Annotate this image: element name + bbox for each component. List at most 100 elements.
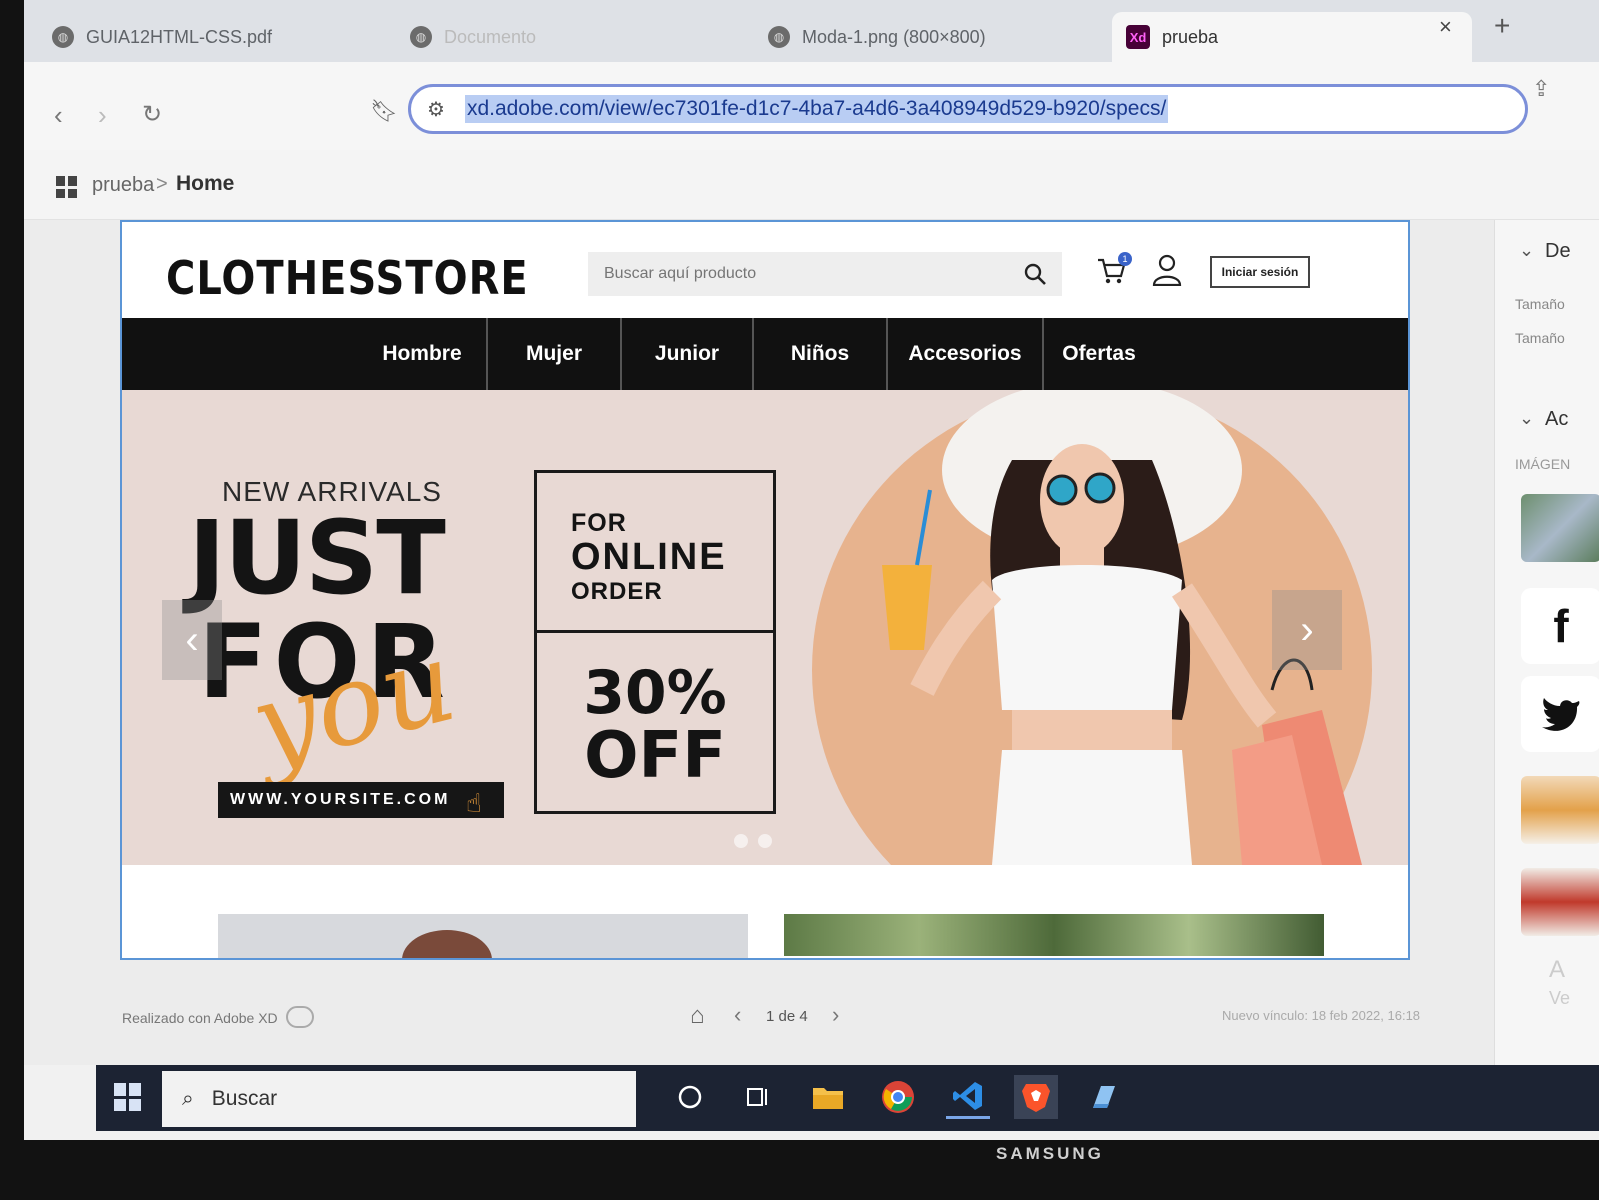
adobe-xd-icon: Xd [1126,25,1150,49]
site-logo[interactable]: CLOTHESSTORE [166,253,529,306]
carousel-next-button[interactable]: › [1272,590,1342,670]
new-link-timestamp: Nuevo vínculo: 18 feb 2022, 16:18 [1222,1008,1421,1023]
model-head-image [402,930,492,958]
chevron-down-icon[interactable]: ⌄ [1519,240,1534,261]
search-icon: ⌕ [182,1087,194,1110]
brave-browser-icon[interactable] [1014,1075,1058,1119]
promo-bottom: 30% OFF [537,637,773,807]
file-explorer-icon[interactable] [806,1075,850,1119]
promo-for: FOR [571,509,627,537]
xd-canvas: CLOTHESSTORE 1 Iniciar sesión Hombre [24,220,1494,1065]
cart-count-badge: 1 [1118,252,1132,266]
promo-online: ONLINE [571,536,727,578]
carousel-dots [734,834,772,848]
tab-title: Documento [444,26,537,47]
search-input[interactable] [604,265,1004,283]
nav-item-junior[interactable]: Junior [622,318,754,390]
made-with-xd: Realizado con Adobe XD [122,1010,278,1026]
size-label: Tamaño [1515,296,1565,312]
apps-grid-icon[interactable] [56,176,78,198]
promo-top: FOR ONLINE ORDER [537,473,773,633]
promo-order: ORDER [571,577,663,605]
close-tab-icon[interactable]: × [1439,14,1452,40]
xd-specs-panel: ⌄ De Tamaño Tamaño ⌄ Ac IMÁGEN f A Ve [1494,220,1599,1065]
nav-item-hombre[interactable]: Hombre [358,318,488,390]
home-icon[interactable]: ⌂ [690,1002,705,1030]
app-icon[interactable] [1082,1075,1126,1119]
asset-thumbnail[interactable] [1521,868,1599,936]
nav-item-accesorios[interactable]: Accesorios [888,318,1044,390]
tab-title: prueba [1162,26,1219,47]
chevron-down-icon[interactable]: ⌄ [1519,408,1534,429]
carousel-dot[interactable] [734,834,748,848]
vscode-icon[interactable] [946,1075,990,1119]
search-bar [588,252,1062,296]
next-page-icon[interactable]: › [832,1002,839,1028]
product-thumbnail-right[interactable] [784,914,1324,956]
hero-line-just: JUST [188,499,446,618]
share-icon[interactable]: ⇪ [1532,76,1550,102]
product-thumbnail-left[interactable] [218,914,748,958]
site-settings-icon[interactable]: ⚙︎ [427,97,445,122]
tab-documento[interactable]: ◍ Documento [396,12,736,62]
site-header: CLOTHESSTORE 1 Iniciar sesión [122,222,1408,318]
creative-cloud-icon [286,1006,314,1028]
artboard-home: CLOTHESSTORE 1 Iniciar sesión Hombre [120,220,1410,960]
tab-guia-pdf[interactable]: ◍ GUIA12HTML-CSS.pdf [38,12,378,62]
search-icon[interactable] [1018,258,1052,290]
taskbar-search-label: Buscar [211,1087,278,1110]
nav-item-mujer[interactable]: Mujer [488,318,622,390]
globe-icon: ◍ [410,26,432,48]
xd-breadcrumb-bar: prueba > Home [24,150,1599,220]
back-icon[interactable]: ‹ [54,100,63,131]
panel-section-header[interactable]: Ac [1545,408,1568,431]
tab-moda-png[interactable]: ◍ Moda-1.png (800×800) [754,12,1094,62]
chrome-icon[interactable] [876,1075,920,1119]
asset-thumbnail[interactable] [1521,494,1599,562]
screen: ◍ GUIA12HTML-CSS.pdf ◍ Documento ◍ Moda-… [24,0,1599,1140]
hero-site-url[interactable]: WWW.YOURSITE.COM [218,782,504,818]
tab-prueba[interactable]: Xd prueba [1112,12,1472,62]
page-counter: 1 de 4 [766,1008,808,1025]
login-button[interactable]: Iniciar sesión [1210,256,1310,288]
panel-faded-text: A [1549,956,1566,983]
twitter-icon[interactable] [1521,676,1599,752]
breadcrumb-separator: > [156,173,168,195]
prev-page-icon[interactable]: ‹ [734,1002,741,1028]
panel-section-header[interactable]: De [1545,240,1571,263]
taskbar-search[interactable]: ⌕ Buscar [162,1071,636,1127]
browser-toolbar: ‹ › ↻ 🔖︎ ⚙︎ xd.adobe.com/view/ec7301fe-d… [24,62,1599,150]
cortana-icon[interactable] [668,1075,712,1119]
images-label: IMÁGEN [1515,456,1571,472]
panel-faded-text: Ve [1549,988,1571,1008]
tab-title: Moda-1.png (800×800) [802,26,986,47]
new-tab-button[interactable]: + [1494,10,1510,42]
windows-start-icon[interactable] [114,1083,142,1111]
carousel-dot[interactable] [758,834,772,848]
nav-item-ninos[interactable]: Niños [754,318,888,390]
tab-title: GUIA12HTML-CSS.pdf [86,26,273,47]
breadcrumb-project[interactable]: prueba [92,174,154,197]
hero-banner: NEW ARRIVALS JUST FOR you WWW.YOURSITE.C… [122,390,1408,865]
carousel-prev-button[interactable]: ‹ [162,600,222,680]
xd-viewer-footer: Realizado con Adobe XD ⌂ ‹ 1 de 4 › Nuev… [24,990,1494,1050]
user-icon[interactable] [1152,254,1186,290]
task-view-icon[interactable] [736,1075,780,1119]
breadcrumb-current: Home [176,172,235,195]
forward-icon[interactable]: › [98,100,107,131]
asset-thumbnail[interactable] [1521,776,1599,844]
url-text[interactable]: xd.adobe.com/view/ec7301fe-d1c7-4ba7-a4d… [464,95,1169,123]
facebook-icon[interactable]: f [1521,588,1599,664]
reload-icon[interactable]: ↻ [142,100,162,129]
size-label: Tamaño [1515,330,1565,346]
nav-item-ofertas[interactable]: Ofertas [1044,318,1154,390]
site-nav: Hombre Mujer Junior Niños Accesorios Ofe… [122,318,1408,390]
address-bar[interactable]: ⚙︎ xd.adobe.com/view/ec7301fe-d1c7-4ba7-… [408,84,1528,134]
cart-icon[interactable]: 1 [1096,252,1132,290]
windows-taskbar: ⌕ Buscar [96,1065,1599,1131]
monitor: ◍ GUIA12HTML-CSS.pdf ◍ Documento ◍ Moda-… [0,0,1599,1200]
bookmark-icon[interactable]: 🔖︎ [370,98,398,124]
promo-percent: 30% [583,658,727,728]
promo-box: FOR ONLINE ORDER 30% OFF [534,470,776,814]
globe-icon: ◍ [52,26,74,48]
